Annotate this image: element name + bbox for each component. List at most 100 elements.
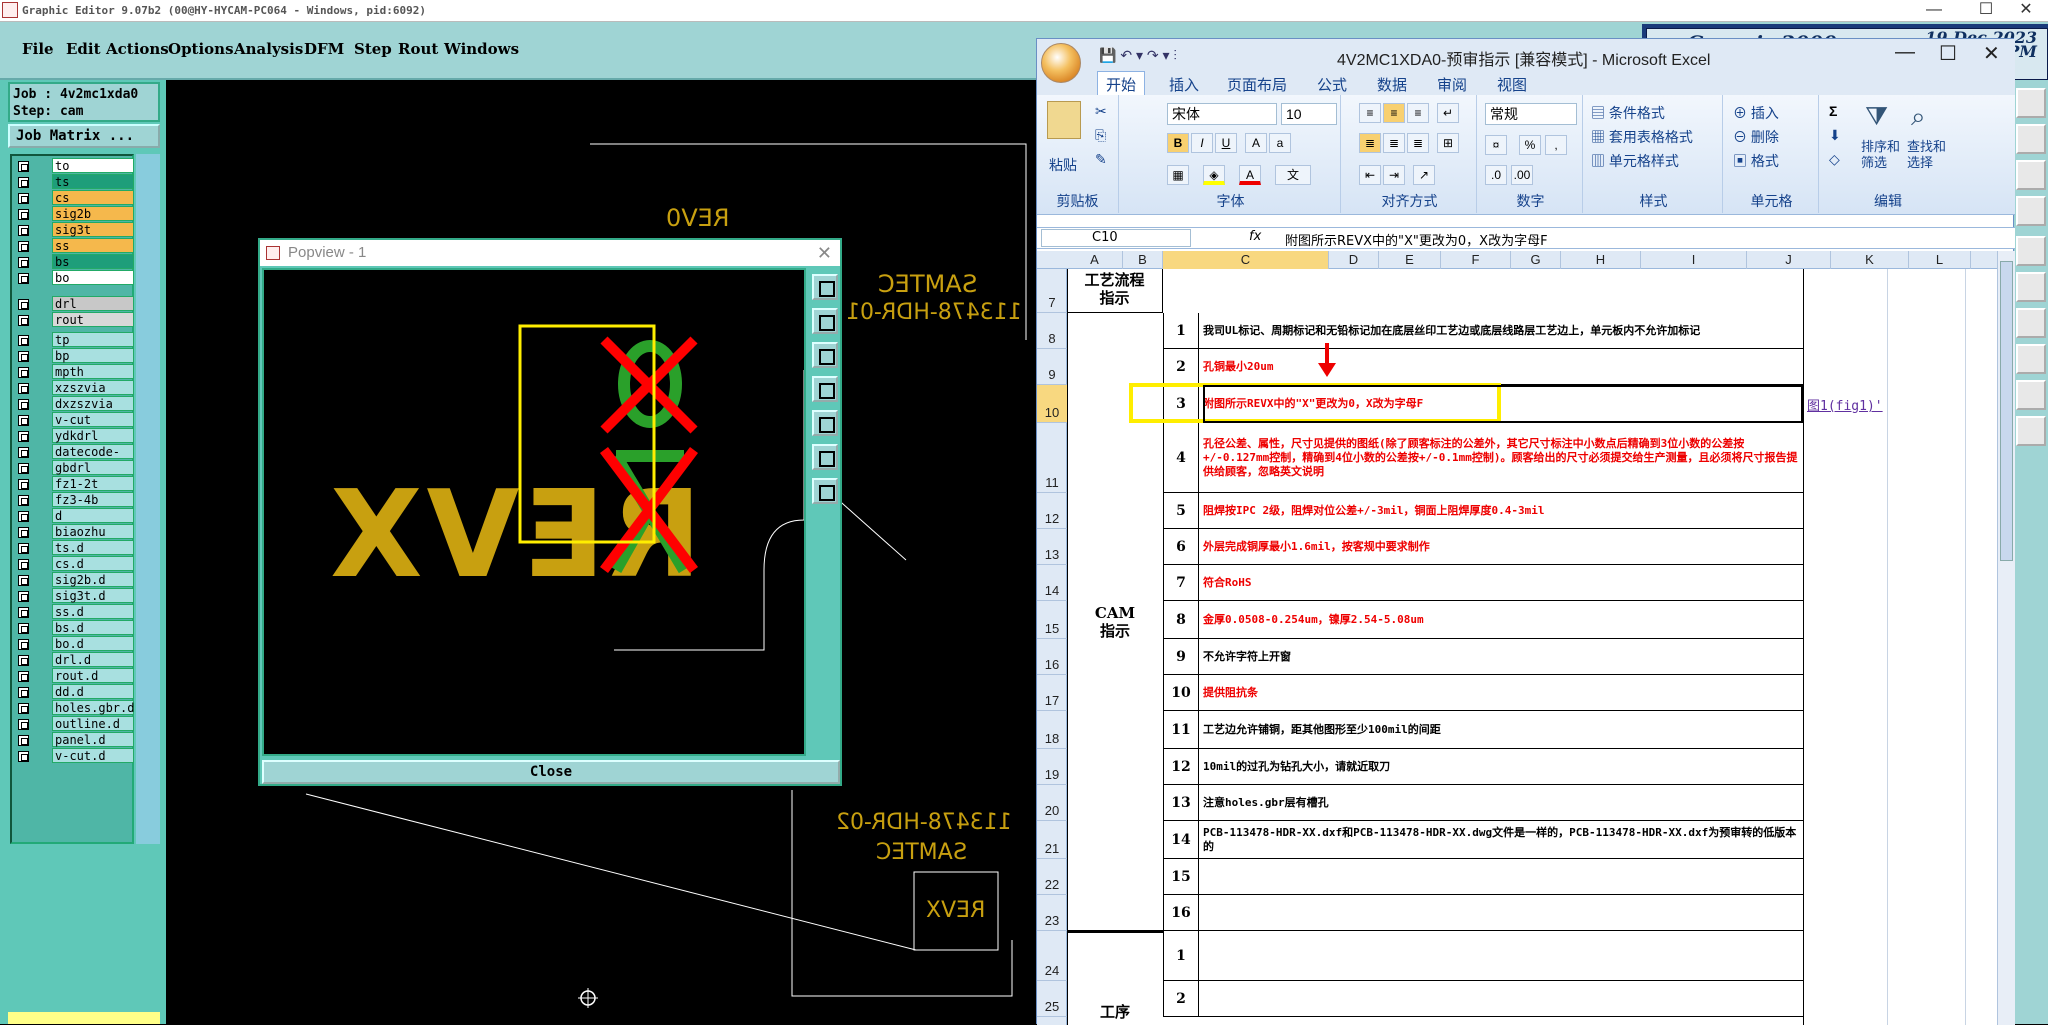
align-left-icon[interactable]: ≣ [1359,133,1381,153]
layer-row[interactable]: ss.d [14,604,134,620]
table-row[interactable]: 7 符合RoHS [1163,565,1803,601]
row-header[interactable]: 18 [1037,711,1067,749]
column-header[interactable]: E [1379,251,1441,269]
layer-checkbox[interactable] [18,463,29,474]
row-header[interactable]: 12 [1037,493,1067,529]
popview-tool-left-icon[interactable] [812,376,838,402]
item-text[interactable]: 不允许字符上开窗 [1203,639,1803,674]
layer-row[interactable]: panel.d [14,732,134,748]
item-text[interactable]: 10mil的过孔为钻孔大小，请就近取刀 [1203,749,1803,784]
row-header[interactable]: 25 [1037,981,1067,1017]
menu-edit[interactable]: Edit [66,40,101,58]
item-text[interactable]: 注意holes.gbr层有槽孔 [1203,785,1803,820]
layer-row[interactable]: ydkdrl [14,428,134,444]
layer-name[interactable]: sig2b [52,206,134,221]
popview-tool-print-icon[interactable] [812,308,838,334]
sort-filter-icon[interactable]: ⧩ [1865,101,1888,133]
popview-close-button[interactable]: Close [262,760,840,784]
table-row[interactable]: 2 [1163,981,1803,1017]
tool-snap-icon[interactable] [2016,416,2046,446]
row-header[interactable]: 13 [1037,529,1067,565]
layer-name[interactable]: fz3-4b [52,492,134,507]
currency-icon[interactable]: ¤ [1485,135,1507,155]
font-name-select[interactable]: 宋体 [1167,103,1277,125]
layer-name[interactable]: ts.d [52,540,134,555]
row-header[interactable]: 24 [1037,931,1067,981]
align-top-icon[interactable]: ≡ [1359,103,1381,123]
layer-checkbox[interactable] [18,335,29,346]
layer-checkbox[interactable] [18,527,29,538]
layer-name[interactable]: panel.d [52,732,134,747]
menu-windows[interactable]: Windows [444,40,519,58]
insert-cells-button[interactable]: ⊕ 插入 [1733,103,1779,123]
column-header[interactable]: I [1641,251,1747,269]
orientation-icon[interactable]: ↗ [1413,165,1435,185]
layer-name[interactable]: rout.d [52,668,134,683]
find-select-button[interactable]: 查找和 选择 [1907,139,1946,171]
excel-maximize-button[interactable]: ☐ [1939,41,1957,66]
layer-row[interactable]: gbdrl [14,460,134,476]
layer-row[interactable]: v-cut.d [14,748,134,764]
job-matrix-button[interactable]: Job Matrix ... [8,124,160,148]
layer-row[interactable]: outline.d [14,716,134,732]
merge-icon[interactable]: ⊞ [1437,133,1459,153]
layer-name[interactable]: bs [52,254,134,269]
tab-view[interactable]: 视图 [1497,74,1527,95]
layer-checkbox[interactable] [18,575,29,586]
layer-name[interactable]: sig2b.d [52,572,134,587]
layer-row[interactable]: cs [14,190,134,206]
layer-name[interactable]: ts [52,174,134,189]
layer-row[interactable]: bo [14,270,134,286]
worksheet[interactable]: ABCDEFGHIJKL 7 8 9 10 11 12 13 14 15 16 17 18 19 20 21… [1037,251,1997,1025]
cell-style-button[interactable]: ▥ 单元格样式 [1591,151,1679,171]
popview-tool-screen-icon[interactable] [812,342,838,368]
layer-checkbox[interactable] [18,543,29,554]
tool-measure-icon[interactable] [2016,272,2046,302]
layer-name[interactable]: bp [52,348,134,363]
layer-name[interactable]: ydkdrl [52,428,134,443]
layer-name[interactable]: rout [52,312,134,327]
layer-row[interactable]: tp [14,332,134,348]
sort-filter-button[interactable]: 排序和 筛选 [1861,139,1900,171]
column-header[interactable]: J [1747,251,1831,269]
column-header[interactable]: D [1329,251,1379,269]
tab-review[interactable]: 审阅 [1437,74,1467,95]
row-header[interactable]: 23 [1037,895,1067,931]
layer-checkbox[interactable] [18,671,29,682]
layer-name[interactable]: sig3t [52,222,134,237]
item-text[interactable]: 符合RoHS [1203,565,1803,600]
layer-checkbox[interactable] [18,431,29,442]
popview-tool-zoom-out-icon[interactable] [812,444,838,470]
layer-name[interactable]: drl [52,296,134,311]
layer-checkbox[interactable] [18,591,29,602]
cell-grid[interactable]: 工艺流程 指示 CAM 指示 1 我司UL标记、周期标记和无铅标记加在底层丝印工艺边或… [1067,269,1997,1025]
table-row[interactable]: 11 工艺边允许铺铜，距其他图形至少100mil的间距 [1163,711,1803,749]
align-center-icon[interactable]: ≣ [1383,133,1405,153]
row-header[interactable]: 14 [1037,565,1067,601]
scroll-thumb[interactable] [2000,261,2013,561]
layer-name[interactable]: xzszvia [52,380,134,395]
table-row[interactable]: 14 PCB-113478-HDR-XX.dxf和PCB-113478-HDR-X… [1163,821,1803,859]
grow-font-icon[interactable]: A [1245,133,1267,153]
layer-name[interactable]: fz1-2t [52,476,134,491]
layer-name[interactable]: cs [52,190,134,205]
item-text[interactable] [1203,895,1803,930]
item-text[interactable]: 我司UL标记、周期标记和无铅标记加在底层丝印工艺边或底层线路层工艺边上，单元板内… [1203,313,1803,348]
table-row[interactable]: 1 [1163,931,1803,981]
item-text[interactable]: 提供阻抗条 [1203,675,1803,710]
table-row[interactable]: 10 提供阻抗条 [1163,675,1803,711]
item-text[interactable]: 金厚0.0508-0.254um，镍厚2.54-5.08um [1203,601,1803,638]
layer-name[interactable]: v-cut [52,412,134,427]
row-header[interactable]: 8 [1037,313,1067,349]
tool-net-icon[interactable] [2016,196,2046,226]
layer-row[interactable]: ts [14,174,134,190]
item-text[interactable]: 孔铜最小20um [1203,349,1803,384]
table-row[interactable]: 13 注意holes.gbr层有槽孔 [1163,785,1803,821]
layer-row[interactable]: mpth [14,364,134,380]
layer-checkbox[interactable] [18,719,29,730]
item-text[interactable]: 阻焊按IPC 2级，阻焊对位公差+/-3mil，铜面上阻焊厚度0.4-3mil [1203,493,1803,528]
maximize-button[interactable]: ☐ [1966,0,2006,20]
layer-checkbox[interactable] [18,315,29,326]
clear-icon[interactable]: ◇ [1829,151,1840,168]
wrap-text-icon[interactable]: ↵ [1437,103,1459,123]
